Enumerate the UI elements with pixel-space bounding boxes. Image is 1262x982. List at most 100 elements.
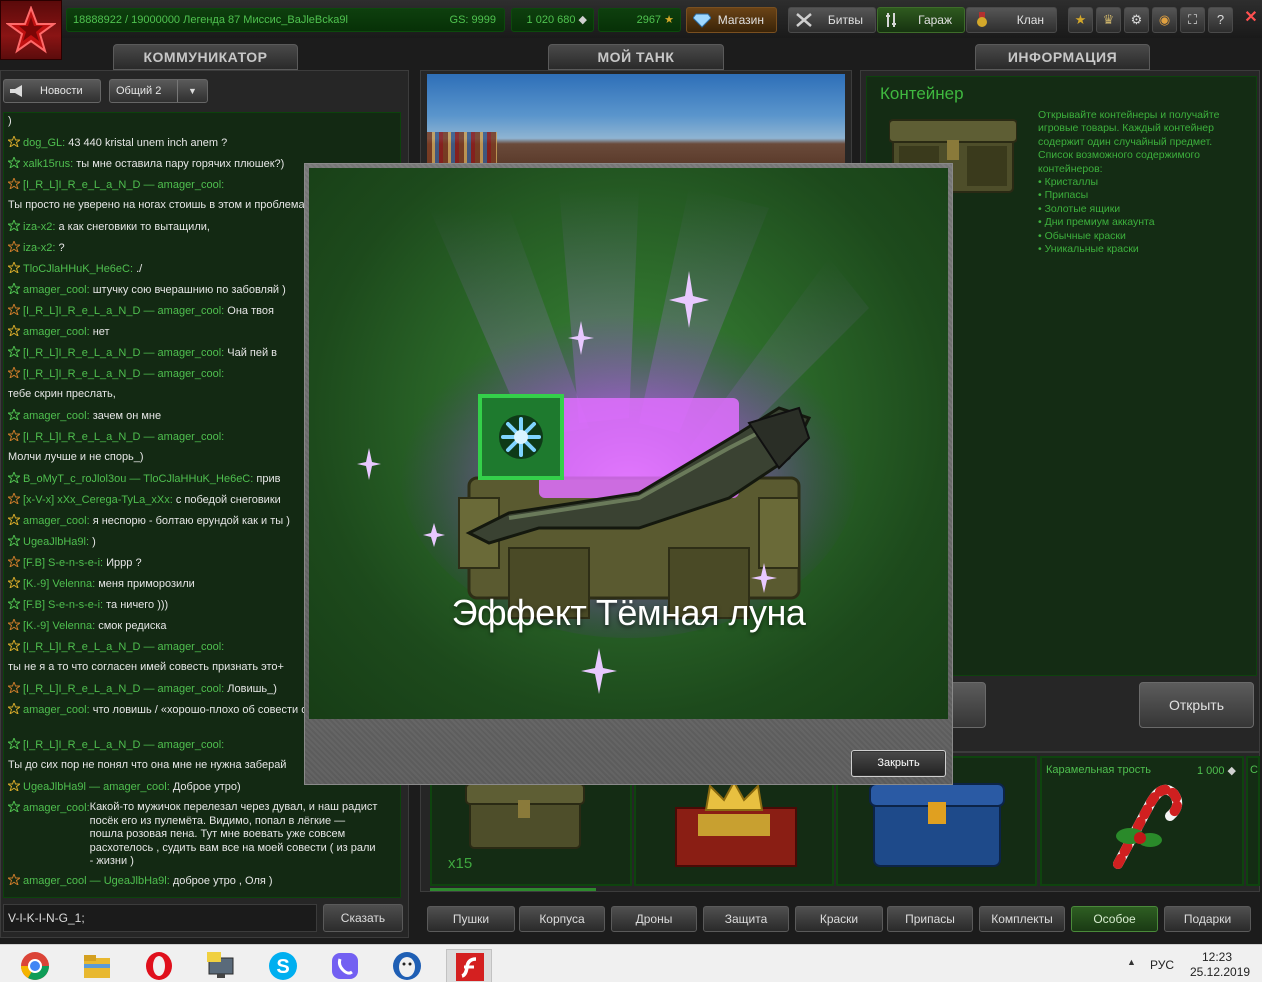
help-button[interactable]: ? bbox=[1208, 7, 1233, 33]
chat-username[interactable]: B_oMyT_c_roJlol3ou bbox=[23, 473, 126, 485]
category-tab[interactable]: Пушки bbox=[427, 906, 515, 932]
chat-username[interactable]: dog_GL: bbox=[23, 137, 65, 149]
chat-separator: — bbox=[85, 781, 104, 793]
chat-username[interactable]: amager_cool: bbox=[158, 179, 225, 191]
news-button[interactable]: Новости bbox=[3, 79, 101, 103]
taskbar-vpn[interactable] bbox=[384, 949, 430, 982]
channel-select[interactable]: Общий 2 ▼ bbox=[109, 79, 208, 103]
rank-star-icon bbox=[8, 283, 20, 294]
tray-chevron-up-icon[interactable]: ▲ bbox=[1127, 957, 1136, 967]
tab-communicator: КОММУНИКАТОР bbox=[113, 44, 298, 70]
taskbar-monitor-app[interactable] bbox=[198, 949, 244, 982]
category-tab[interactable]: Комплекты bbox=[979, 906, 1065, 932]
quantity-badge: x15 bbox=[448, 855, 473, 872]
close-dialog-button[interactable]: Закрыть bbox=[851, 750, 946, 777]
chat-username[interactable]: [x-V-x] xXx_Cerega-TyLa_xXx: bbox=[23, 494, 173, 506]
star-icon: ★ bbox=[664, 14, 674, 26]
clock-time: 12:23 bbox=[1201, 950, 1233, 964]
category-tab[interactable]: Припасы bbox=[887, 906, 973, 932]
category-tab[interactable]: Подарки bbox=[1164, 906, 1251, 932]
chat-text: ? bbox=[55, 242, 65, 254]
taskbar-explorer[interactable] bbox=[74, 949, 120, 982]
category-tab[interactable]: Дроны bbox=[611, 906, 697, 932]
rank-text: 18888922 / 19000000 Легенда 87 Mиссис_Ba… bbox=[73, 14, 348, 26]
mask-icon bbox=[393, 952, 421, 980]
chat-input[interactable]: V-I-K-I-N-G_1; bbox=[3, 904, 317, 932]
category-tab[interactable]: Защита bbox=[703, 906, 789, 932]
chat-username[interactable]: [I_R_L]I_R_e_L_a_N_D bbox=[23, 739, 140, 751]
achievements-star-button[interactable]: ★ bbox=[1068, 7, 1093, 33]
chat-username[interactable]: [K.-9] Velenna: bbox=[23, 620, 95, 632]
clock[interactable]: 12:23 25.12.2019 bbox=[1190, 950, 1250, 980]
chat-username[interactable]: amager_cool: bbox=[158, 683, 225, 695]
input-language[interactable]: РУС bbox=[1150, 958, 1174, 972]
chat-username[interactable]: TloCJlaHHuK_He6eC: bbox=[23, 263, 133, 275]
garage-button[interactable]: Гараж bbox=[877, 7, 965, 33]
category-tab[interactable]: Особое bbox=[1071, 906, 1158, 932]
chat-username[interactable]: amager_cool bbox=[23, 875, 87, 887]
chat-username[interactable]: amager_cool: bbox=[158, 368, 225, 380]
chat-username[interactable]: amager_cool: bbox=[23, 704, 90, 716]
chat-username[interactable]: [I_R_L]I_R_e_L_a_N_D bbox=[23, 368, 140, 380]
svg-text:S: S bbox=[276, 956, 289, 978]
shop-button[interactable]: Магазин bbox=[686, 7, 777, 33]
chat-username[interactable]: [I_R_L]I_R_e_L_a_N_D bbox=[23, 305, 140, 317]
rating-button[interactable]: ♛ bbox=[1096, 7, 1121, 33]
chat-username[interactable]: [I_R_L]I_R_e_L_a_N_D bbox=[23, 347, 140, 359]
chat-username[interactable]: amager_cool: bbox=[23, 326, 90, 338]
chat-username[interactable]: [I_R_L]I_R_e_L_a_N_D bbox=[23, 683, 140, 695]
chat-separator: — bbox=[86, 875, 104, 887]
chat-username[interactable]: xalk15rus: bbox=[23, 158, 73, 170]
chat-username[interactable]: [F.B] S-e-n-s-e-i: bbox=[23, 599, 103, 611]
taskbar-flash[interactable] bbox=[446, 949, 492, 982]
chat-username[interactable]: amager_cool: bbox=[23, 802, 90, 814]
sound-button[interactable]: ◉ bbox=[1152, 7, 1177, 33]
chat-username[interactable]: [I_R_L]I_R_e_L_a_N_D bbox=[23, 431, 140, 443]
category-tab[interactable]: Корпуса bbox=[519, 906, 605, 932]
taskbar-opera[interactable] bbox=[136, 949, 182, 982]
item-partial[interactable]: С bbox=[1246, 756, 1260, 886]
chat-username[interactable]: amager_cool: bbox=[23, 410, 90, 422]
tank-preview[interactable] bbox=[427, 74, 845, 166]
taskbar-skype[interactable]: S bbox=[260, 949, 306, 982]
taskbar-chrome[interactable] bbox=[12, 949, 58, 982]
chat-username[interactable]: iza-x2: bbox=[23, 242, 55, 254]
clan-button[interactable]: Клан bbox=[966, 7, 1057, 33]
taskbar-viber[interactable] bbox=[322, 949, 368, 982]
chat-username[interactable]: amager_cool: bbox=[23, 515, 90, 527]
chat-username[interactable]: amager_cool: bbox=[158, 305, 225, 317]
exit-button[interactable]: ✕ bbox=[1242, 8, 1260, 28]
chat-username[interactable]: [F.B] S-e-n-s-e-i: bbox=[23, 557, 103, 569]
chat-username[interactable]: amager_cool: bbox=[158, 641, 225, 653]
chat-text: Доброе утро) bbox=[169, 781, 241, 793]
chat-username[interactable]: amager_cool: bbox=[103, 781, 170, 793]
rank-star-icon bbox=[8, 535, 20, 546]
chat-text: Ловишь_) bbox=[224, 683, 277, 695]
chat-username[interactable]: UgeaJlbHa9l: bbox=[104, 875, 170, 887]
crossed-swords-icon bbox=[796, 13, 812, 27]
chat-username[interactable]: [I_R_L]I_R_e_L_a_N_D bbox=[23, 179, 140, 191]
rank-star-icon bbox=[8, 346, 20, 357]
item-candy-cane[interactable]: Карамельная трость 1 000 ◆ bbox=[1040, 756, 1244, 886]
chat-username[interactable]: TloCJlaHHuK_He6eC: bbox=[143, 473, 253, 485]
open-button[interactable]: Открыть bbox=[1139, 682, 1254, 728]
chat-username[interactable]: iza-x2: bbox=[23, 221, 55, 233]
battles-button[interactable]: Битвы bbox=[788, 7, 876, 33]
chat-separator: — bbox=[126, 473, 144, 485]
settings-button[interactable]: ⚙ bbox=[1124, 7, 1149, 33]
send-button[interactable]: Сказать bbox=[323, 904, 403, 932]
chat-username[interactable]: [K.-9] Velenna: bbox=[23, 578, 95, 590]
chat-username[interactable]: amager_cool: bbox=[158, 739, 225, 751]
garage-label: Гараж bbox=[918, 13, 952, 27]
chat-username[interactable]: UgeaJlbHa9l bbox=[23, 781, 86, 793]
chat-username[interactable]: amager_cool: bbox=[158, 347, 225, 359]
chat-username[interactable]: UgeaJlbHa9l: bbox=[23, 536, 89, 548]
chat-username[interactable]: [I_R_L]I_R_e_L_a_N_D bbox=[23, 641, 140, 653]
chat-username[interactable]: amager_cool: bbox=[158, 431, 225, 443]
fullscreen-button[interactable]: ⛶ bbox=[1180, 7, 1205, 33]
chat-username[interactable]: amager_cool: bbox=[23, 284, 90, 296]
category-tab[interactable]: Краски bbox=[795, 906, 883, 932]
rank-emblem-icon[interactable] bbox=[0, 0, 62, 60]
rank-star-icon bbox=[8, 178, 20, 189]
rank-star-icon bbox=[8, 801, 20, 812]
